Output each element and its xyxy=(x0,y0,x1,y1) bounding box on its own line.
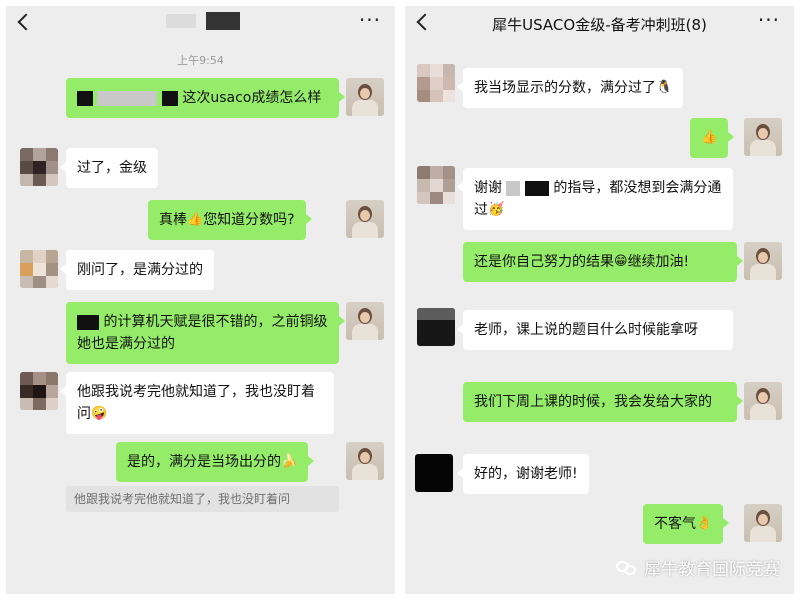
message-bubble-received[interactable]: 老师，课上说的题目什么时候能拿呀 xyxy=(457,310,733,350)
redacted-contact-name-light xyxy=(166,14,196,28)
right-chat-screenshot: 犀牛USACO金级-备考冲刺班(8) ··· 我当场显示的分数，满分过了🐧 👍 xyxy=(405,6,794,594)
message-bubble-received[interactable]: 谢谢 的指导，都没想到会满分通过🥳 xyxy=(457,168,733,230)
message-timestamp: 上午9:54 xyxy=(177,54,224,67)
teacher-avatar[interactable] xyxy=(346,78,384,116)
penguin-icon: 🐧 xyxy=(656,80,673,95)
redacted-name-light xyxy=(97,90,158,106)
chevron-left-icon[interactable] xyxy=(416,13,434,31)
redacted-name xyxy=(77,90,93,106)
message-bubble-sent[interactable]: 这次usaco成绩怎么样 xyxy=(66,78,345,118)
banana-icon: 🍌 xyxy=(281,454,298,469)
message-bubble-sent[interactable]: 真棒👍您知道分数吗? xyxy=(148,200,312,240)
teacher-avatar[interactable] xyxy=(346,302,384,340)
message-bubble-sent[interactable]: 是的，满分是当场出分的🍌 xyxy=(116,442,315,482)
message-text: 真棒 xyxy=(159,212,187,228)
thumbs-up-icon: 👍 xyxy=(701,130,718,145)
watermark: 犀牛教育国际竞赛 xyxy=(616,555,780,580)
message-text: 的计算机天赋是很不错的，之前铜级她也是满分过的 xyxy=(77,314,328,352)
thumbs-up-icon: 👍 xyxy=(187,212,204,227)
message-text: 您知道分数吗? xyxy=(203,212,295,228)
message-text: 我们下周上课的时候，我会发给大家的 xyxy=(474,394,712,410)
redacted-contact-name xyxy=(206,12,240,30)
redacted-name-light xyxy=(506,180,521,196)
chat-header: ··· xyxy=(6,6,395,40)
message-bubble-received[interactable]: 他跟我说考完他就知道了，我也没盯着问🤪 xyxy=(60,372,334,434)
message-bubble-sent[interactable]: 不客气👌 xyxy=(643,504,730,544)
message-bubble-received[interactable]: 我当场显示的分数，满分过了🐧 xyxy=(456,68,684,108)
message-bubble-received[interactable]: 过了，金级 xyxy=(60,148,158,188)
more-dots-icon[interactable]: ··· xyxy=(758,10,780,30)
watermark-text: 犀牛教育国际竞赛 xyxy=(644,560,780,580)
message-bubble-sent[interactable]: 还是你自己努力的结果😁继续加油! xyxy=(463,242,743,282)
quoted-message[interactable]: 他跟我说考完他就知道了，我也没盯着问 xyxy=(66,486,339,512)
teacher-avatar[interactable] xyxy=(744,504,782,542)
message-text: 继续加油! xyxy=(627,254,690,270)
teacher-avatar[interactable] xyxy=(744,382,782,420)
wechat-icon xyxy=(616,559,638,577)
message-bubble-received[interactable]: 刚问了，是满分过的 xyxy=(60,250,214,290)
message-text: 好的，谢谢老师! xyxy=(474,466,578,482)
student-avatar[interactable] xyxy=(417,64,455,102)
group-chat-title: 犀牛USACO金级-备考冲刺班(8) xyxy=(492,16,707,34)
parent-avatar[interactable] xyxy=(20,148,58,186)
message-bubble-received[interactable]: 好的，谢谢老师! xyxy=(457,454,589,494)
redacted-name xyxy=(161,90,178,106)
message-bubble-sent[interactable]: 👍 xyxy=(690,118,735,158)
chevron-left-icon[interactable] xyxy=(17,13,35,31)
teacher-avatar[interactable] xyxy=(346,200,384,238)
student-avatar[interactable] xyxy=(417,166,455,204)
message-text: 这次usaco成绩怎么样 xyxy=(182,90,322,106)
message-text: 过了，金级 xyxy=(77,160,147,176)
quoted-text: 他跟我说考完他就知道了，我也没盯着问 xyxy=(74,492,291,506)
message-text: 还是你自己努力的结果 xyxy=(474,254,614,270)
left-chat-screenshot: ··· 上午9:54 这次usaco成绩怎么样 过了，金级 真棒👍您知道分数吗? xyxy=(6,6,395,594)
parent-avatar[interactable] xyxy=(20,250,58,288)
teacher-avatar[interactable] xyxy=(346,442,384,480)
zany-face-icon: 🤪 xyxy=(91,406,108,421)
message-bubble-sent[interactable]: 我们下周上课的时候，我会发给大家的 xyxy=(463,382,743,422)
message-text: 我当场显示的分数，满分过了 xyxy=(474,80,656,96)
message-bubble-sent[interactable]: 的计算机天赋是很不错的，之前铜级她也是满分过的 xyxy=(66,302,345,364)
student-avatar[interactable] xyxy=(415,454,453,492)
message-text: 是的，满分是当场出分的 xyxy=(127,454,281,470)
message-text: 老师，课上说的题目什么时候能拿呀 xyxy=(474,322,698,338)
redacted-name xyxy=(77,314,99,330)
redacted-name xyxy=(524,180,549,196)
teacher-avatar[interactable] xyxy=(744,242,782,280)
message-text: 他跟我说考完他就知道了，我也没盯着问 xyxy=(77,384,315,422)
grinning-face-icon: 😁 xyxy=(614,254,628,269)
more-dots-icon[interactable]: ··· xyxy=(359,10,381,30)
ok-hand-icon: 👌 xyxy=(696,516,713,531)
chat-header: 犀牛USACO金级-备考冲刺班(8) ··· xyxy=(405,6,794,40)
student-avatar[interactable] xyxy=(417,308,455,346)
teacher-avatar[interactable] xyxy=(744,118,782,156)
party-face-icon: 🥳 xyxy=(488,202,505,217)
parent-avatar[interactable] xyxy=(20,372,58,410)
message-text: 刚问了，是满分过的 xyxy=(77,262,203,278)
message-text: 谢谢 xyxy=(474,180,502,196)
message-text: 不客气 xyxy=(654,516,696,532)
